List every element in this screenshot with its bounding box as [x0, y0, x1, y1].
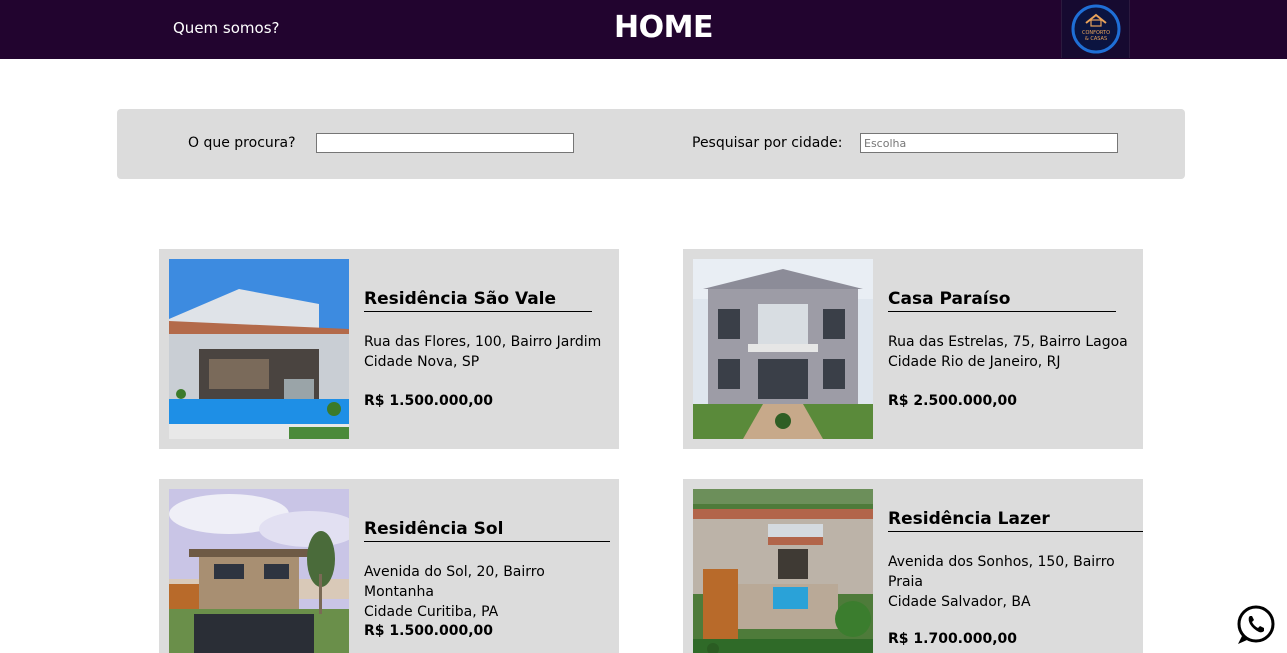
listing-photo[interactable]	[169, 259, 349, 439]
listing-city: Cidade Nova, SP	[364, 354, 480, 370]
listing-card[interactable]: Residência Lazer Avenida dos Sonhos, 150…	[683, 479, 1143, 653]
listing-price: R$ 2.500.000,00	[888, 393, 1018, 409]
top-navbar: Quem somos? HOME CONFORTO & CASAS	[0, 0, 1287, 59]
listing-card[interactable]: Residência São Vale Rua das Flores, 100,…	[159, 249, 619, 449]
listing-address: Rua das Flores, 100, Bairro Jardim	[364, 334, 602, 350]
listing-price: R$ 1.700.000,00	[888, 631, 1018, 647]
listing-photo[interactable]	[693, 259, 873, 439]
listing-address: Rua das Estrelas, 75, Bairro Lagoa	[888, 334, 1128, 350]
logo-icon: CONFORTO & CASAS	[1071, 4, 1121, 54]
listing-title[interactable]: Casa Paraíso	[888, 289, 1010, 310]
listing-city: Cidade Curitiba, PA	[364, 604, 499, 620]
listing-photo[interactable]	[693, 489, 873, 653]
listing-photo[interactable]	[169, 489, 349, 653]
listing-price: R$ 1.500.000,00	[364, 623, 494, 639]
listing-city: Cidade Salvador, BA	[888, 594, 1031, 610]
search-city-input[interactable]	[860, 133, 1118, 153]
listing-title[interactable]: Residência Sol	[364, 519, 503, 540]
listing-address: Avenida do Sol, 20, Bairro Montanha	[364, 564, 545, 600]
listing-address: Avenida dos Sonhos, 150, Bairro Praia	[888, 554, 1115, 590]
listing-card[interactable]: Residência Sol Avenida do Sol, 20, Bairr…	[159, 479, 619, 653]
logo[interactable]: CONFORTO & CASAS	[1061, 0, 1130, 58]
listing-price: R$ 1.500.000,00	[364, 393, 494, 409]
svg-text:& CASAS: & CASAS	[1085, 36, 1107, 42]
search-query-label: O que procura?	[188, 135, 296, 151]
search-city-label: Pesquisar por cidade:	[692, 135, 843, 151]
listing-title[interactable]: Residência São Vale	[364, 289, 556, 310]
search-query-input[interactable]	[316, 133, 574, 153]
listing-card[interactable]: Casa Paraíso Rua das Estrelas, 75, Bairr…	[683, 249, 1143, 449]
listing-title[interactable]: Residência Lazer	[888, 509, 1050, 530]
listing-city: Cidade Rio de Janeiro, RJ	[888, 354, 1061, 370]
search-panel: O que procura? Pesquisar por cidade:	[117, 109, 1185, 179]
whatsapp-icon[interactable]	[1234, 603, 1278, 647]
